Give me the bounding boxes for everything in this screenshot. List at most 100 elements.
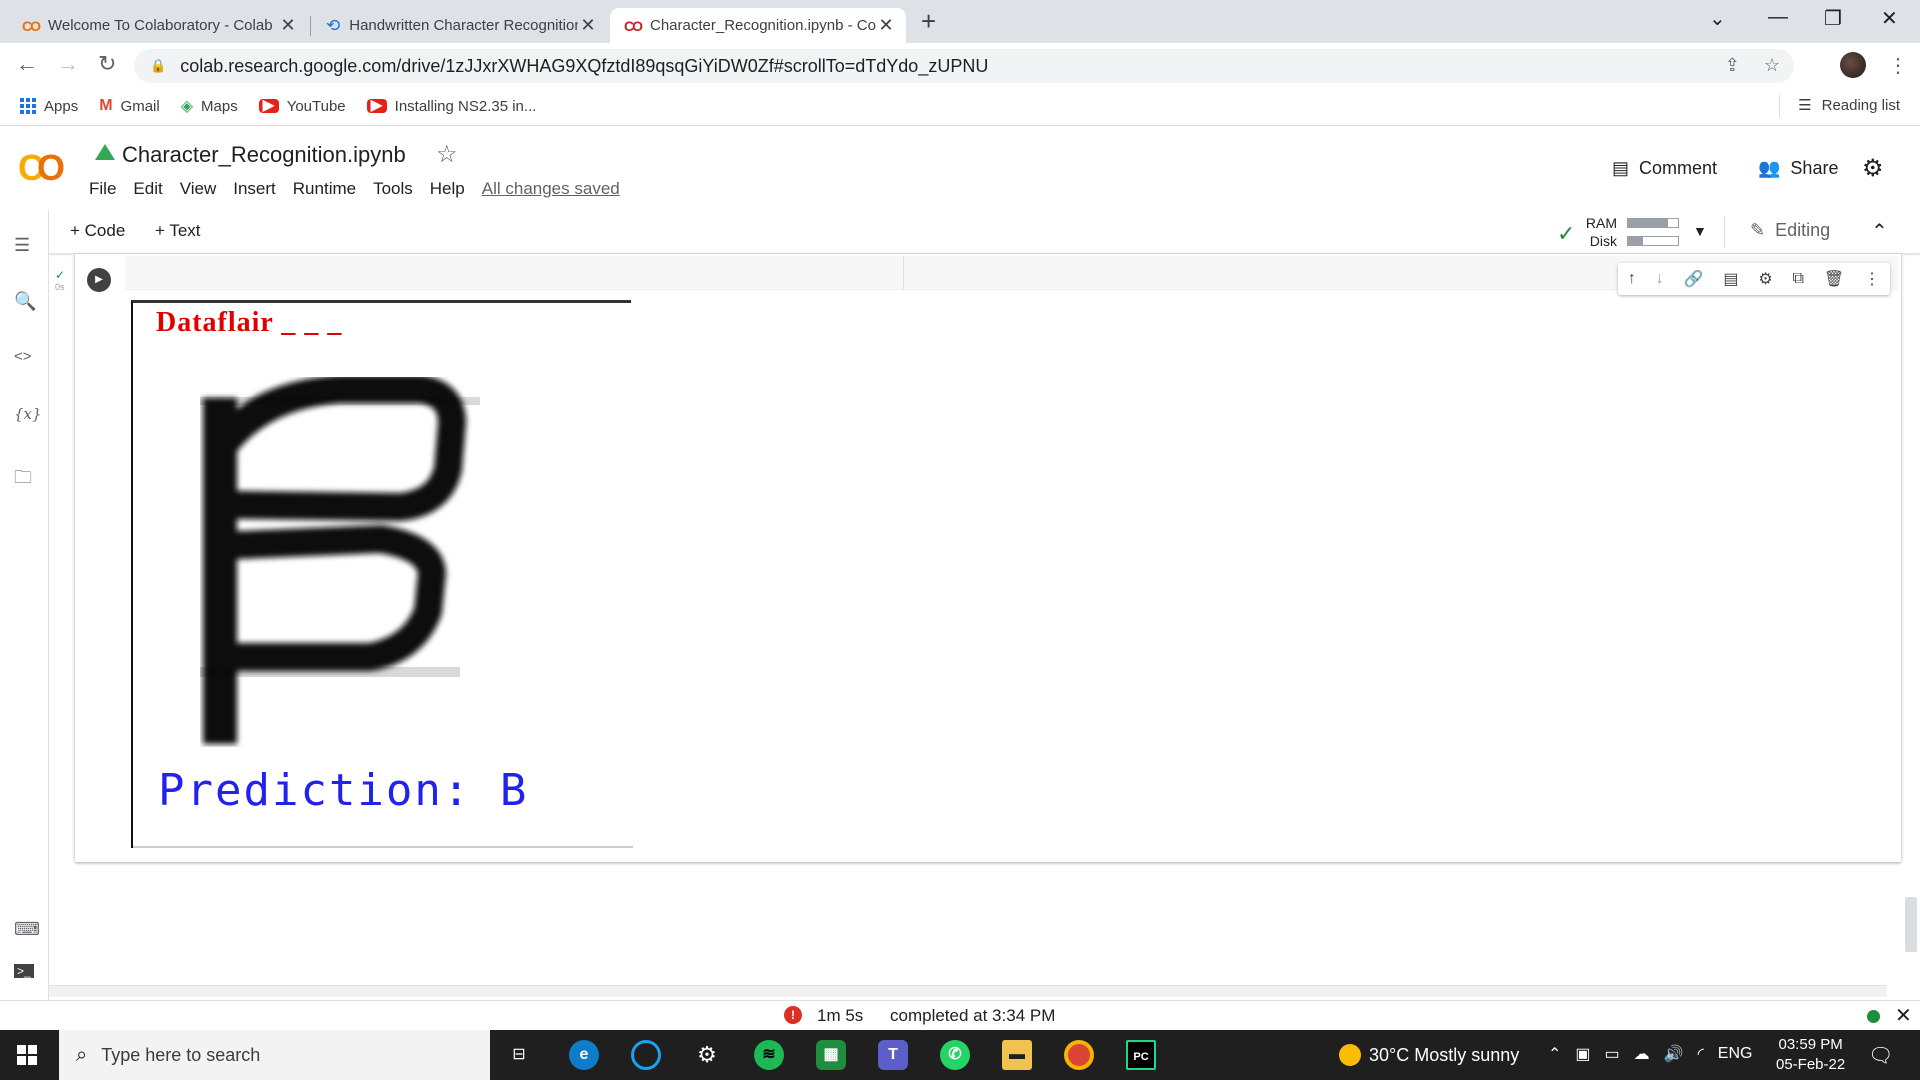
more-options-icon[interactable]: ⋮	[1864, 269, 1880, 289]
cortana-icon[interactable]	[631, 1040, 661, 1070]
menu-file[interactable]: File	[89, 179, 116, 199]
menu-tools[interactable]: Tools	[373, 179, 413, 199]
output-header-text: Dataflair _ _ _	[156, 307, 343, 338]
colab-logo[interactable]: CO	[18, 147, 65, 189]
horizontal-scrollbar[interactable]	[49, 985, 1887, 997]
tab-search-icon[interactable]: ⌄	[1709, 6, 1726, 31]
edge-icon[interactable]: e	[569, 1040, 599, 1070]
bookmark-installing-ns2[interactable]: ▶ Installing NS2.35 in...	[366, 98, 536, 115]
share-label: Share	[1790, 158, 1839, 178]
prediction-text: Prediction: B	[158, 765, 529, 816]
run-cell-button[interactable]: ▶	[87, 268, 111, 292]
share-button[interactable]: 👥 Share	[1758, 158, 1838, 179]
error-icon[interactable]: !	[784, 1006, 802, 1024]
move-up-icon[interactable]: ↑	[1628, 270, 1636, 288]
forward-icon[interactable]: →	[57, 51, 79, 77]
close-status-icon[interactable]: ✕	[1895, 1003, 1912, 1028]
delete-icon[interactable]: 🗑	[1824, 269, 1844, 289]
resources-dropdown-icon[interactable]: ▼	[1693, 223, 1707, 239]
taskbar-search[interactable]: ⌕ Type here to search	[59, 1030, 490, 1080]
close-tab-icon[interactable]: ✕	[278, 15, 298, 36]
back-icon[interactable]: ←	[16, 51, 38, 77]
star-icon[interactable]: ☆	[436, 140, 458, 169]
new-tab-button[interactable]: +	[921, 6, 936, 37]
menu-view[interactable]: View	[180, 179, 217, 199]
file-explorer-icon[interactable]: ▬	[1002, 1040, 1032, 1070]
reading-list-label: Reading list	[1821, 96, 1900, 114]
show-hidden-icons[interactable]: ⌃	[1548, 1044, 1561, 1064]
weather-widget[interactable]: 30°C Mostly sunny	[1339, 1044, 1519, 1066]
wifi-icon[interactable]: ◜	[1698, 1044, 1704, 1064]
sheets-app-icon[interactable]: ▦	[816, 1040, 846, 1070]
lock-icon[interactable]: 🔒	[150, 58, 166, 74]
add-code-button[interactable]: + Code	[70, 221, 125, 241]
spotify-icon[interactable]: ≋	[754, 1040, 784, 1070]
vertical-scrollbar[interactable]	[1905, 897, 1917, 952]
profile-avatar[interactable]	[1840, 52, 1866, 78]
teams-tray-icon[interactable]: ▣	[1575, 1044, 1590, 1064]
onedrive-cloud-icon[interactable]: ☁	[1634, 1044, 1650, 1064]
table-of-contents-icon[interactable]: ☰	[14, 235, 30, 256]
maximize-button[interactable]: ❐	[1824, 6, 1842, 31]
tab-character-recognition[interactable]: CO Character_Recognition.ipynb - Colab ✕	[610, 8, 906, 43]
dataflair-icon: ⟲	[326, 15, 341, 35]
pycharm-icon[interactable]: PC	[1126, 1040, 1156, 1070]
reload-icon[interactable]: ↻	[98, 51, 116, 77]
comment-button[interactable]: ▤ Comment	[1612, 158, 1717, 179]
close-window-button[interactable]: ✕	[1881, 6, 1898, 31]
search-icon[interactable]: 🔍	[14, 291, 36, 312]
bookmark-apps[interactable]: Apps	[20, 98, 78, 115]
tab-title: Character_Recognition.ipynb - Colab	[650, 17, 876, 34]
bookmark-gmail[interactable]: M Gmail	[99, 97, 160, 115]
editing-mode-button[interactable]: ✎ Editing	[1750, 220, 1830, 241]
menu-insert[interactable]: Insert	[233, 179, 276, 199]
language-indicator[interactable]: ENG	[1718, 1045, 1753, 1063]
drive-icon[interactable]	[95, 144, 115, 160]
close-tab-icon[interactable]: ✕	[578, 15, 598, 36]
share-page-icon[interactable]: ⇪	[1725, 55, 1740, 76]
cell-success-check-icon: ✓	[55, 268, 66, 282]
bookmark-maps[interactable]: ◈ Maps	[181, 96, 238, 116]
browser-menu-icon[interactable]: ⋮	[1888, 53, 1908, 78]
mirror-cell-icon[interactable]: ⧉	[1793, 270, 1804, 288]
chrome-icon[interactable]	[1064, 1040, 1094, 1070]
collapse-header-icon[interactable]: ⌃	[1871, 219, 1888, 244]
bookmark-youtube[interactable]: ▶ YouTube	[258, 97, 346, 115]
terminal-icon[interactable]: >_	[14, 964, 34, 978]
reading-list-button[interactable]: ☰ Reading list	[1798, 96, 1900, 115]
add-text-button[interactable]: + Text	[155, 221, 201, 241]
settings-gear-icon[interactable]: ⚙	[1862, 154, 1884, 183]
move-down-icon[interactable]: ↓	[1656, 270, 1664, 288]
reading-list-icon: ☰	[1798, 97, 1812, 114]
cell-settings-icon[interactable]: ⚙	[1758, 269, 1772, 289]
menu-edit[interactable]: Edit	[133, 179, 162, 199]
battery-icon[interactable]: ▭	[1605, 1044, 1620, 1064]
clock[interactable]: 03:59 PM 05-Feb-22	[1776, 1035, 1845, 1075]
notebook-title[interactable]: Character_Recognition.ipynb	[122, 142, 406, 168]
menu-runtime[interactable]: Runtime	[293, 179, 356, 199]
tab-welcome-colab[interactable]: CO Welcome To Colaboratory - Colab ✕	[8, 8, 308, 43]
volume-icon[interactable]: 🔊	[1664, 1044, 1684, 1064]
minimize-button[interactable]: —	[1768, 6, 1788, 29]
save-status[interactable]: All changes saved	[482, 179, 620, 199]
tab-title: Welcome To Colaboratory - Colab	[48, 17, 273, 34]
settings-gear-icon[interactable]: ⚙	[692, 1040, 722, 1070]
url-text[interactable]: colab.research.google.com/drive/1zJJxrXW…	[180, 56, 988, 77]
menu-help[interactable]: Help	[430, 179, 465, 199]
omnibox[interactable]: 🔒 colab.research.google.com/drive/1zJJxr…	[134, 49, 1794, 83]
teams-icon[interactable]: T	[878, 1040, 908, 1070]
comment-icon[interactable]: ▤	[1723, 269, 1738, 289]
notifications-icon[interactable]: 🗨	[1868, 1043, 1893, 1068]
bookmark-label: YouTube	[286, 97, 346, 115]
command-palette-icon[interactable]: ⌨	[14, 919, 40, 940]
close-tab-icon[interactable]: ✕	[876, 15, 896, 36]
task-view-icon[interactable]: ⊟	[504, 1040, 534, 1070]
tab-handwritten-recognition[interactable]: ⟲ Handwritten Character Recognition ✕	[312, 8, 608, 43]
code-snippets-icon[interactable]: <>	[14, 348, 32, 365]
whatsapp-icon[interactable]: ✆	[940, 1040, 970, 1070]
files-folder-icon[interactable]: 🗀	[14, 465, 32, 495]
link-icon[interactable]: 🔗	[1684, 269, 1704, 289]
variables-icon[interactable]: {x}	[14, 405, 42, 423]
windows-start-icon[interactable]	[17, 1045, 37, 1065]
bookmark-star-icon[interactable]: ☆	[1764, 55, 1780, 76]
